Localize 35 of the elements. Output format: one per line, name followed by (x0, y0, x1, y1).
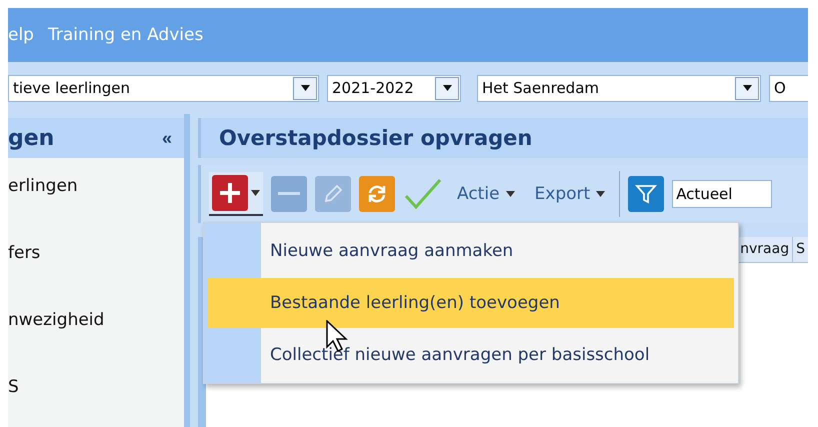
caret-icon (442, 85, 452, 91)
sidebar-item[interactable]: nwezigheid (8, 310, 184, 336)
add-split-button[interactable] (209, 172, 263, 216)
menu-option[interactable]: Bestaande leerling(en) toevoegen (208, 278, 734, 328)
add-button[interactable] (212, 175, 248, 211)
sidebar-item[interactable]: erlingen (8, 176, 184, 202)
filter-icon (634, 182, 658, 206)
filter-button[interactable] (628, 176, 664, 212)
check-icon[interactable] (403, 177, 443, 211)
caret-icon (506, 191, 515, 197)
menu-option[interactable]: Collectief nieuwe aanvragen per basisschool (208, 330, 734, 380)
caret-icon (596, 191, 606, 197)
dropdown-button[interactable] (293, 76, 317, 100)
collapse-button[interactable]: « (162, 128, 172, 148)
panel-title: Overstapdossier opvragen (219, 126, 532, 150)
year-select[interactable]: 2021-2022 (327, 74, 461, 102)
sidebar-item[interactable]: S (8, 377, 184, 403)
school-select[interactable]: Het Saenredam (477, 74, 761, 102)
export-button[interactable]: Export (528, 184, 612, 204)
sidebar-title: gen (8, 126, 54, 150)
actie-button[interactable]: Actie (451, 184, 521, 204)
dropdown-button[interactable] (435, 76, 459, 100)
menu-option[interactable]: Nieuwe aanvraag aanmaken (208, 226, 734, 276)
column-header[interactable]: S (792, 237, 808, 262)
caret-icon (251, 190, 260, 196)
pencil-icon (322, 183, 344, 205)
dropdown-button[interactable] (735, 76, 759, 100)
group-select[interactable]: tieve leerlingen (8, 74, 319, 102)
filter-field[interactable]: Actueel (672, 180, 772, 208)
minus-icon (278, 192, 300, 196)
caret-icon (742, 85, 752, 91)
location-select[interactable]: O (769, 74, 808, 102)
sidebar-item[interactable]: fers (8, 243, 184, 269)
plus-icon (218, 181, 242, 205)
caret-icon (300, 85, 310, 91)
